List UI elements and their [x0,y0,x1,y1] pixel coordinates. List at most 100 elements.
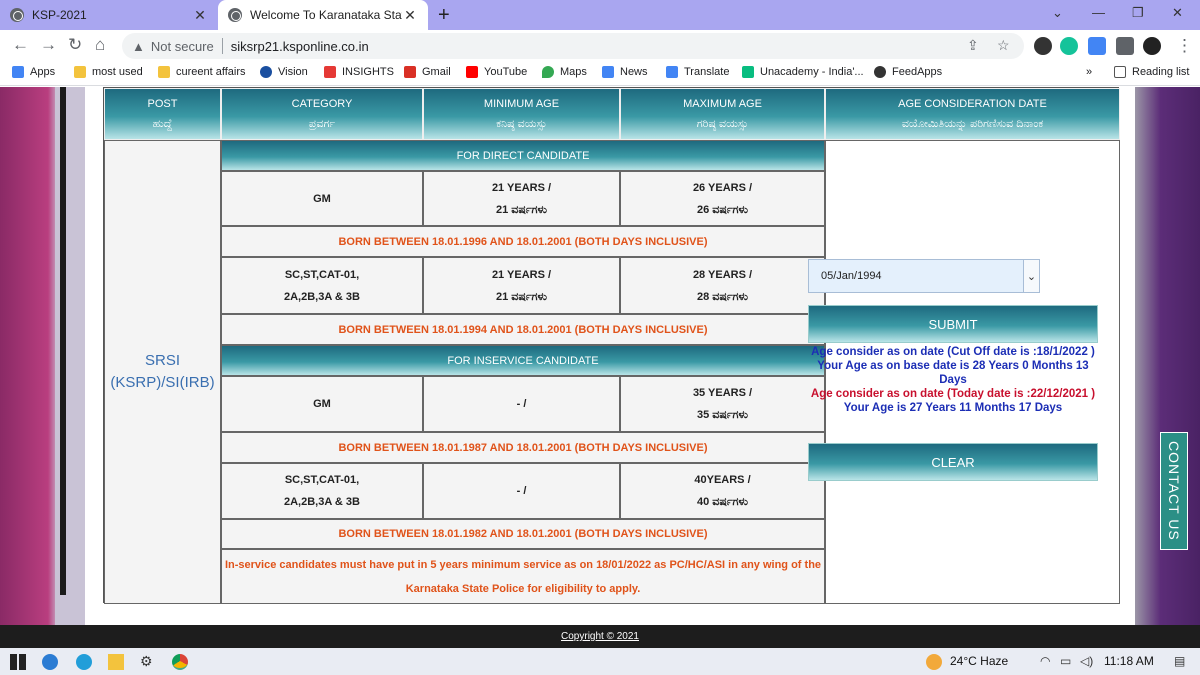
volume-icon[interactable]: ◁) [1080,654,1093,668]
forward-icon[interactable]: → [40,35,57,55]
edge-icon[interactable] [42,654,58,670]
bookmark-label: cureent affairs [176,66,246,78]
max-age-kn: 35 ವರ್ಷಗಳು [697,409,748,421]
warning-icon[interactable]: ▲ [132,39,145,54]
extensions-puzzle-icon[interactable] [1116,37,1134,55]
unacademy-icon [742,66,754,78]
birth-date-value: 05/Jan/1994 [821,270,882,282]
home-icon[interactable]: ⌂ [95,35,105,55]
result-base-age-line: Your Age as on base date is 28 Years 0 M… [817,360,1089,386]
back-icon[interactable]: ← [12,35,29,55]
category-line2: 2A,2B,3A & 3B [283,496,360,508]
menu-kebab-icon[interactable]: ⋮ [1176,36,1193,56]
category-cell: GM [221,171,423,226]
submit-button[interactable]: SUBMIT [808,305,1098,343]
category-line1: SC,ST,CAT-01, [284,474,360,486]
bookmark-apps[interactable]: Apps [12,66,55,78]
close-icon[interactable]: ✕ [192,7,208,24]
min-age-kn: 21 ವರ್ಷಗಳು [496,290,547,303]
header-label-kannada: ಗರಿಷ್ಠ ವಯಸ್ಸು [696,118,749,130]
max-age-kn: 28 ವರ್ಷಗಳು [697,290,748,303]
header-maximum-age: MAXIMUM AGE ಗರಿಷ್ಠ ವಯಸ್ಸು [620,88,825,140]
bookmark-youtube[interactable]: YouTube [466,66,527,78]
band-label: FOR INSERVICE CANDIDATE [447,354,599,367]
bookmarks-overflow[interactable]: » [1086,66,1092,78]
page-viewport: POST ಹುದ್ದೆ CATEGORY ಪ್ರವರ್ಗ MINIMUM AGE… [0,87,1200,625]
youtube-icon [466,66,478,78]
clock-time[interactable]: 11:18 AM [1104,654,1154,668]
bookmark-cureent-affairs[interactable]: cureent affairs [158,66,246,78]
translate-icon [666,66,678,78]
birth-date-select[interactable]: 05/Jan/1994 ⌄ [808,259,1040,293]
maps-pin-icon [542,66,554,78]
clear-label: CLEAR [931,454,975,470]
windows-start-icon[interactable] [10,654,26,670]
submit-label: SUBMIT [928,316,978,332]
bookmark-insights[interactable]: INSIGHTS [324,66,394,78]
left-decor-bar [60,87,66,595]
settings-gear-icon[interactable]: ⚙ [140,653,156,669]
reading-list-label: Reading list [1132,66,1190,78]
min-age-kn: 21 ವರ್ಷಗಳು [496,203,547,216]
share-icon[interactable]: ⇪ [967,37,979,54]
bookmark-feedapps[interactable]: FeedApps [874,66,942,78]
weather-text[interactable]: 24°C Haze [950,654,1008,668]
grammarly-extension-icon[interactable] [1060,37,1078,55]
header-category: CATEGORY ಪ್ರವರ್ಗ [221,88,423,140]
apps-grid-icon [12,66,24,78]
bookmark-most-used[interactable]: most used [74,66,143,78]
category-line1: GM [313,398,331,410]
band-label: FOR DIRECT CANDIDATE [456,149,590,162]
category-cell: GM [221,376,423,432]
omnibox[interactable]: ▲ Not secure siksrp21.ksponline.co.in ⇪ … [122,33,1024,59]
born-between-text: BORN BETWEEN 18.01.1987 AND 18.01.2001 (… [338,441,708,454]
eyedropper-extension-icon[interactable] [1034,37,1052,55]
bookmark-maps[interactable]: Maps [542,66,587,78]
bookmark-news[interactable]: News [602,66,648,78]
copyright-link[interactable]: Copyright © 2021 [561,631,639,642]
tab-title: Welcome To Karanataka State Po [250,8,402,22]
translate-extension-icon[interactable] [1088,37,1106,55]
max-age-en: 40YEARS / [694,474,751,486]
max-age-cell: 35 YEARS / 35 ವರ್ಷಗಳು [620,376,825,432]
network-icon[interactable]: ◠ [1040,654,1050,668]
window-close-icon[interactable]: ✕ [1172,5,1183,21]
note-line1: In-service candidates must have put in 5… [224,558,822,571]
bookmark-translate[interactable]: Translate [666,66,729,78]
url-text[interactable]: siksrp21.ksponline.co.in [231,39,369,54]
restore-icon[interactable]: ❐ [1132,5,1144,21]
category-line1: GM [313,192,331,205]
folder-icon [74,66,86,78]
security-label[interactable]: Not secure [151,39,214,54]
reading-list-icon [1114,66,1126,78]
reload-icon[interactable]: ↻ [68,35,82,55]
tab-welcome[interactable]: Welcome To Karanataka State Po ✕ [218,0,428,30]
bookmark-star-icon[interactable]: ☆ [997,37,1010,54]
close-icon[interactable]: ✕ [402,7,418,24]
profile-avatar[interactable] [1143,37,1161,55]
chrome-icon[interactable] [172,654,188,670]
reading-list[interactable]: Reading list [1114,66,1189,78]
minimize-icon[interactable]: — [1092,5,1105,20]
battery-icon[interactable]: ▭ [1060,654,1071,668]
new-tab-icon[interactable]: + [438,4,450,27]
chevron-down-icon[interactable]: ⌄ [1023,260,1039,292]
max-age-cell: 28 YEARS / 28 ವರ್ಷಗಳು [620,257,825,314]
category-line1: SC,ST,CAT-01, [284,268,360,281]
notification-icon[interactable]: ▤ [1174,654,1185,668]
bookmark-label: Gmail [422,66,451,78]
bookmark-vision[interactable]: Vision [260,66,308,78]
telegram-icon[interactable] [76,654,92,670]
bookmark-gmail[interactable]: Gmail [404,66,451,78]
header-label: POST [147,98,178,110]
weather-haze-icon [926,654,942,670]
bookmark-label: Apps [30,66,56,78]
file-explorer-icon[interactable] [108,654,124,670]
tab-search-icon[interactable]: ⌄ [1052,5,1063,21]
min-age-cell: - / [423,463,620,519]
contact-us-tab[interactable]: CONTACT US [1160,432,1188,550]
bookmark-unacademy[interactable]: Unacademy - India'... [742,66,864,78]
feedapps-icon [874,66,886,78]
tab-ksp-2021[interactable]: KSP-2021 ✕ [0,0,218,30]
clear-button[interactable]: CLEAR [808,443,1098,481]
